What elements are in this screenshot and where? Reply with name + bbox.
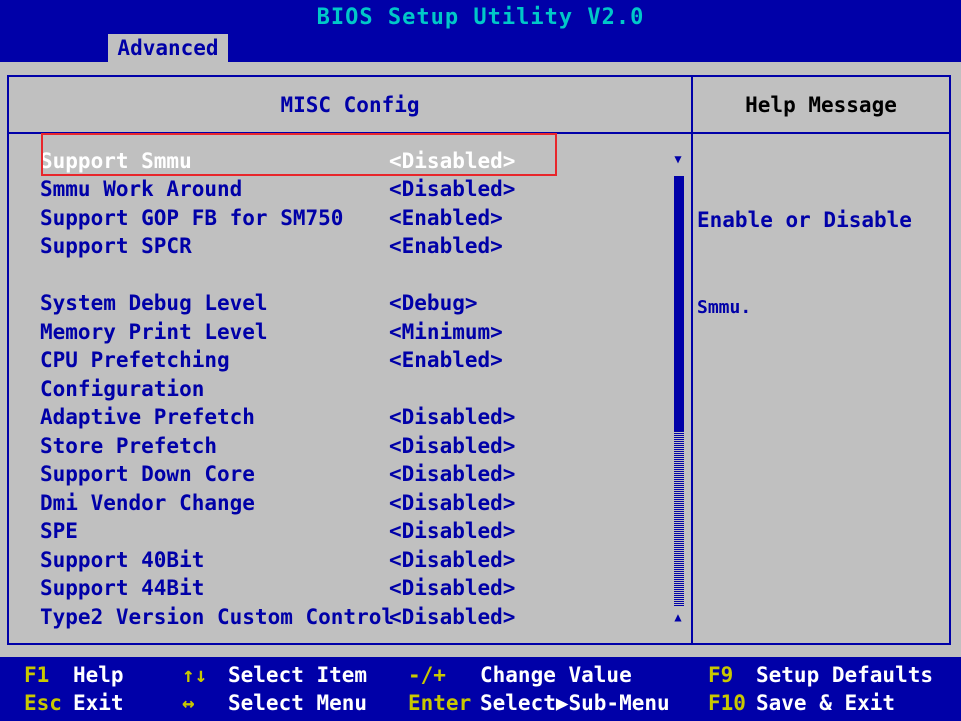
- setting-row-support-40bit[interactable]: Support 40Bit <Disabled>: [40, 547, 520, 574]
- setting-row-adaptive-prefetch[interactable]: Adaptive Prefetch <Disabled>: [40, 404, 520, 431]
- setting-row-support-gop-fb[interactable]: Support GOP FB for SM750 <Enabled>: [40, 205, 520, 232]
- setting-value[interactable]: <Disabled>: [389, 490, 515, 517]
- key-f1: F1: [24, 663, 50, 687]
- key-f10: F10: [708, 691, 746, 715]
- scroll-top-arrow-icon[interactable]: ▼: [671, 152, 685, 166]
- key-f9-desc: Setup Defaults: [756, 663, 934, 687]
- setting-value[interactable]: <Disabled>: [389, 148, 515, 175]
- setting-value[interactable]: <Disabled>: [389, 433, 515, 460]
- key-enter-desc: Select▶Sub-Menu: [480, 691, 670, 715]
- setting-row-memory-print-level[interactable]: Memory Print Level <Minimum>: [40, 319, 520, 346]
- key-updown-desc: Select Item: [228, 663, 368, 687]
- setting-value[interactable]: <Debug>: [389, 290, 478, 317]
- setting-label: Configuration: [40, 377, 205, 401]
- setting-label: Support SPCR: [40, 234, 192, 258]
- key-f9: F9: [708, 663, 734, 687]
- setting-row-support-44bit[interactable]: Support 44Bit <Disabled>: [40, 575, 520, 602]
- key-f10-desc: Save & Exit: [756, 691, 896, 715]
- setting-label: Support GOP FB for SM750: [40, 206, 344, 230]
- setting-label: Support Down Core: [40, 462, 255, 486]
- setting-row-cpu-prefetching[interactable]: CPU Prefetching <Enabled>: [40, 347, 520, 374]
- panel-divider-vertical: [691, 77, 693, 643]
- setting-value[interactable]: <Minimum>: [389, 319, 503, 346]
- footer-keys: F1 Help Esc Exit ↑↓ Select Item ↔ Select…: [0, 657, 961, 721]
- help-text-line1: Enable or Disable: [697, 208, 912, 232]
- setting-row-system-debug-level[interactable]: System Debug Level <Debug>: [40, 290, 520, 317]
- setting-label: SPE: [40, 519, 78, 543]
- setting-row-smmu-work-around[interactable]: Smmu Work Around <Disabled>: [40, 176, 520, 203]
- panel-title: MISC Config: [280, 93, 420, 117]
- help-text-line2: Smmu.: [697, 297, 752, 318]
- key-esc-desc: Exit: [73, 691, 124, 715]
- key-f1-desc: Help: [73, 663, 124, 687]
- setting-label: Type2 Version Custom Control: [40, 605, 395, 629]
- key-esc: Esc: [24, 691, 62, 715]
- panel-divider-horizontal: [9, 132, 949, 134]
- setting-row-store-prefetch[interactable]: Store Prefetch <Disabled>: [40, 433, 520, 460]
- key-updown-icon: ↑↓: [182, 663, 208, 687]
- setting-value[interactable]: <Disabled>: [389, 547, 515, 574]
- setting-label: Support 40Bit: [40, 548, 205, 572]
- title-bar: BIOS Setup Utility V2.0 Advanced: [0, 0, 961, 62]
- main-panel: MISC Config Help Message Support Smmu <D…: [0, 62, 961, 657]
- help-title: Help Message: [745, 93, 897, 117]
- setting-label: Dmi Vendor Change: [40, 491, 255, 515]
- setting-label: Support Smmu: [40, 149, 192, 173]
- window-title: BIOS Setup Utility V2.0: [316, 5, 645, 30]
- setting-label: Support 44Bit: [40, 576, 205, 600]
- scroll-bottom-arrow-icon[interactable]: ▲: [671, 610, 685, 624]
- setting-row-support-spcr[interactable]: Support SPCR <Enabled>: [40, 233, 520, 260]
- scrollbar-thumb[interactable]: [674, 176, 684, 431]
- setting-row-configuration: Configuration: [40, 376, 520, 403]
- setting-value[interactable]: <Enabled>: [389, 233, 503, 260]
- setting-row-dmi-vendor-change[interactable]: Dmi Vendor Change <Disabled>: [40, 490, 520, 517]
- help-message: Enable or Disable Smmu.: [697, 148, 947, 380]
- setting-value[interactable]: <Disabled>: [389, 176, 515, 203]
- setting-label: Smmu Work Around: [40, 177, 243, 201]
- setting-row-support-down-core[interactable]: Support Down Core <Disabled>: [40, 461, 520, 488]
- setting-value[interactable]: <Disabled>: [389, 518, 515, 545]
- setting-value[interactable]: <Disabled>: [389, 575, 515, 602]
- setting-row-spe[interactable]: SPE <Disabled>: [40, 518, 520, 545]
- setting-value[interactable]: <Disabled>: [389, 604, 515, 631]
- setting-value[interactable]: <Enabled>: [389, 205, 503, 232]
- tab-advanced[interactable]: Advanced: [108, 34, 228, 62]
- setting-label: Adaptive Prefetch: [40, 405, 255, 429]
- key-minusplus-desc: Change Value: [480, 663, 632, 687]
- key-enter: Enter: [408, 691, 472, 715]
- setting-value[interactable]: <Disabled>: [389, 461, 515, 488]
- setting-label: System Debug Level: [40, 291, 268, 315]
- key-leftright-icon: ↔: [182, 691, 195, 715]
- setting-row-support-smmu[interactable]: Support Smmu <Disabled>: [40, 148, 520, 175]
- key-leftright-desc: Select Menu: [228, 691, 368, 715]
- setting-row-type2-version-custom-control[interactable]: Type2 Version Custom Control <Disabled>: [40, 604, 520, 631]
- setting-value[interactable]: <Disabled>: [389, 404, 515, 431]
- setting-label: CPU Prefetching: [40, 348, 230, 372]
- key-minusplus: -/+: [408, 663, 446, 687]
- setting-value[interactable]: <Enabled>: [389, 347, 503, 374]
- setting-label: Memory Print Level: [40, 320, 268, 344]
- setting-label: Store Prefetch: [40, 434, 218, 458]
